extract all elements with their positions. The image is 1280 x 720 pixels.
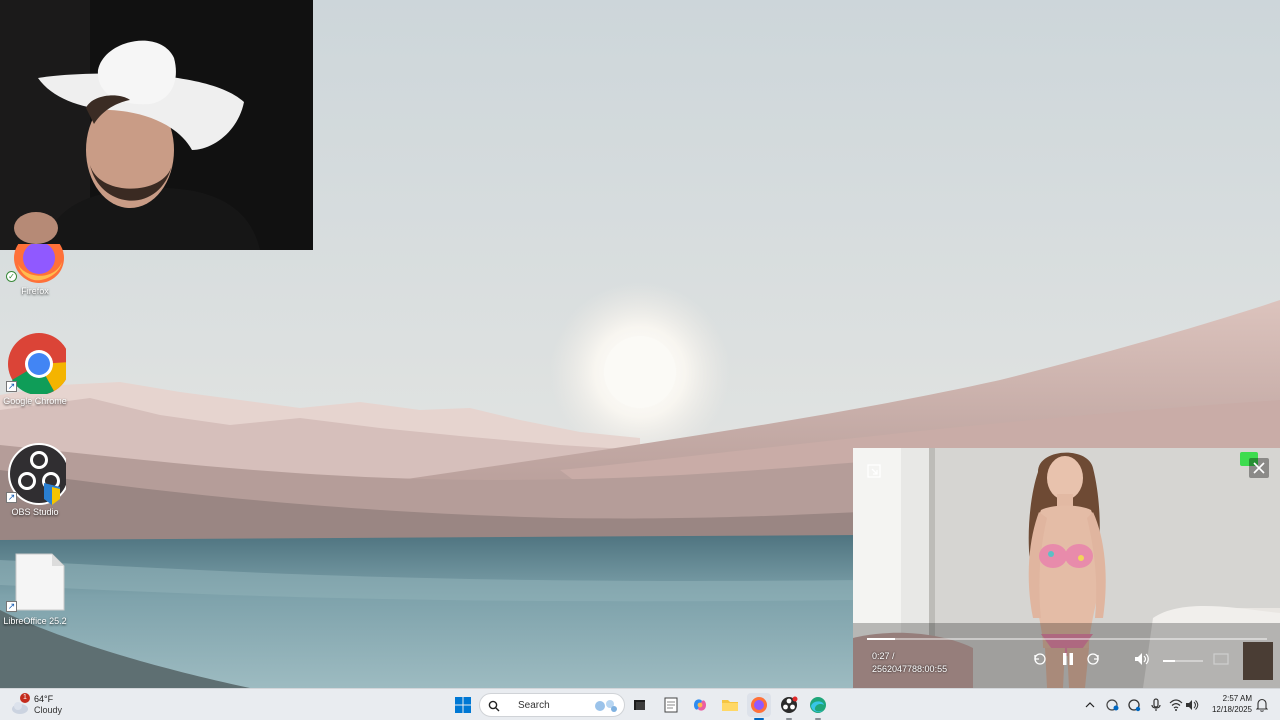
obs-taskbar-icon[interactable]: [777, 693, 801, 720]
firefox-taskbar-icon[interactable]: [747, 693, 771, 720]
chevron-up-icon[interactable]: [1080, 693, 1100, 717]
pause-icon[interactable]: [1060, 651, 1076, 667]
obs-icon: ↗: [4, 443, 70, 505]
search-highlight-icon: [595, 700, 617, 712]
pip-video-player[interactable]: 0:27 / 2562047788:00:55: [853, 448, 1280, 688]
weather-temp: 64°F: [34, 694, 54, 704]
task-view-icon[interactable]: [628, 693, 652, 717]
desktop-icon-firefox[interactable]: ✓ Firefox: [0, 233, 70, 296]
document-icon: ↗: [4, 552, 66, 614]
volume-slider[interactable]: [1163, 660, 1203, 662]
copilot-icon[interactable]: [688, 693, 712, 717]
replay-icon[interactable]: [1033, 652, 1047, 666]
clock-date: 12/18/2025: [1211, 705, 1252, 714]
forward-icon[interactable]: [1086, 652, 1100, 666]
volume-slider-fill: [1163, 660, 1175, 662]
resize-icon[interactable]: [867, 464, 881, 478]
shortcut-arrow-icon: ↗: [6, 601, 17, 612]
volume-icon[interactable]: [1134, 652, 1150, 666]
shortcut-arrow-icon: ↗: [6, 381, 17, 392]
webcam-overlay: [0, 0, 313, 250]
microphone-icon[interactable]: [1146, 693, 1166, 717]
firefox-icon: ✓: [4, 233, 66, 284]
sync-status-icon: ✓: [6, 271, 17, 282]
desktop-icon-chrome[interactable]: ↗ Google Chrome: [0, 332, 71, 406]
weather-alert-badge: 1: [20, 693, 30, 703]
desktop-icon-label: Google Chrome: [3, 396, 67, 406]
shortcut-arrow-icon: ↗: [6, 492, 17, 503]
notepad-icon[interactable]: [659, 693, 683, 717]
desktop-icon-label: Firefox: [21, 286, 49, 296]
close-icon[interactable]: [1249, 458, 1269, 478]
elapsed-time: 0:27 /: [872, 651, 895, 661]
captions-icon[interactable]: [1213, 652, 1229, 666]
system-clock[interactable]: 2:57 AM 12/18/2025: [1202, 693, 1252, 715]
teams-tray-icon[interactable]: [1124, 693, 1144, 717]
desktop-icon-libreoffice[interactable]: ↗ LibreOffice 25.2: [0, 552, 70, 626]
seek-bar[interactable]: [867, 638, 1267, 640]
timestamp-readout: 2562047788:00:55: [872, 664, 948, 674]
taskbar-search[interactable]: Search: [479, 693, 625, 717]
thumbnail-preview: [1243, 642, 1273, 680]
edge-icon[interactable]: [806, 693, 830, 720]
chrome-icon: ↗: [4, 332, 71, 396]
seek-bar-fill: [867, 638, 895, 640]
onedrive-icon[interactable]: [1102, 693, 1122, 717]
taskbar: 1 64°F Cloudy Search 2:57 AM 12/18/2025: [0, 688, 1280, 720]
desktop-icon-label: OBS Studio: [11, 507, 59, 517]
search-placeholder: Search: [518, 700, 550, 711]
search-icon: [488, 700, 500, 712]
notification-bell-icon[interactable]: [1252, 693, 1272, 717]
speaker-icon[interactable]: [1182, 693, 1202, 717]
weather-condition: Cloudy: [34, 705, 63, 715]
desktop-icon-obs[interactable]: ↗ OBS Studio: [0, 443, 70, 517]
clock-time: 2:57 AM: [1222, 694, 1252, 703]
webcam-feed: [0, 0, 313, 250]
desktop-icon-label: LibreOffice 25.2: [3, 616, 67, 626]
windows-start-icon[interactable]: [451, 693, 475, 717]
file-explorer-icon[interactable]: [718, 693, 742, 717]
